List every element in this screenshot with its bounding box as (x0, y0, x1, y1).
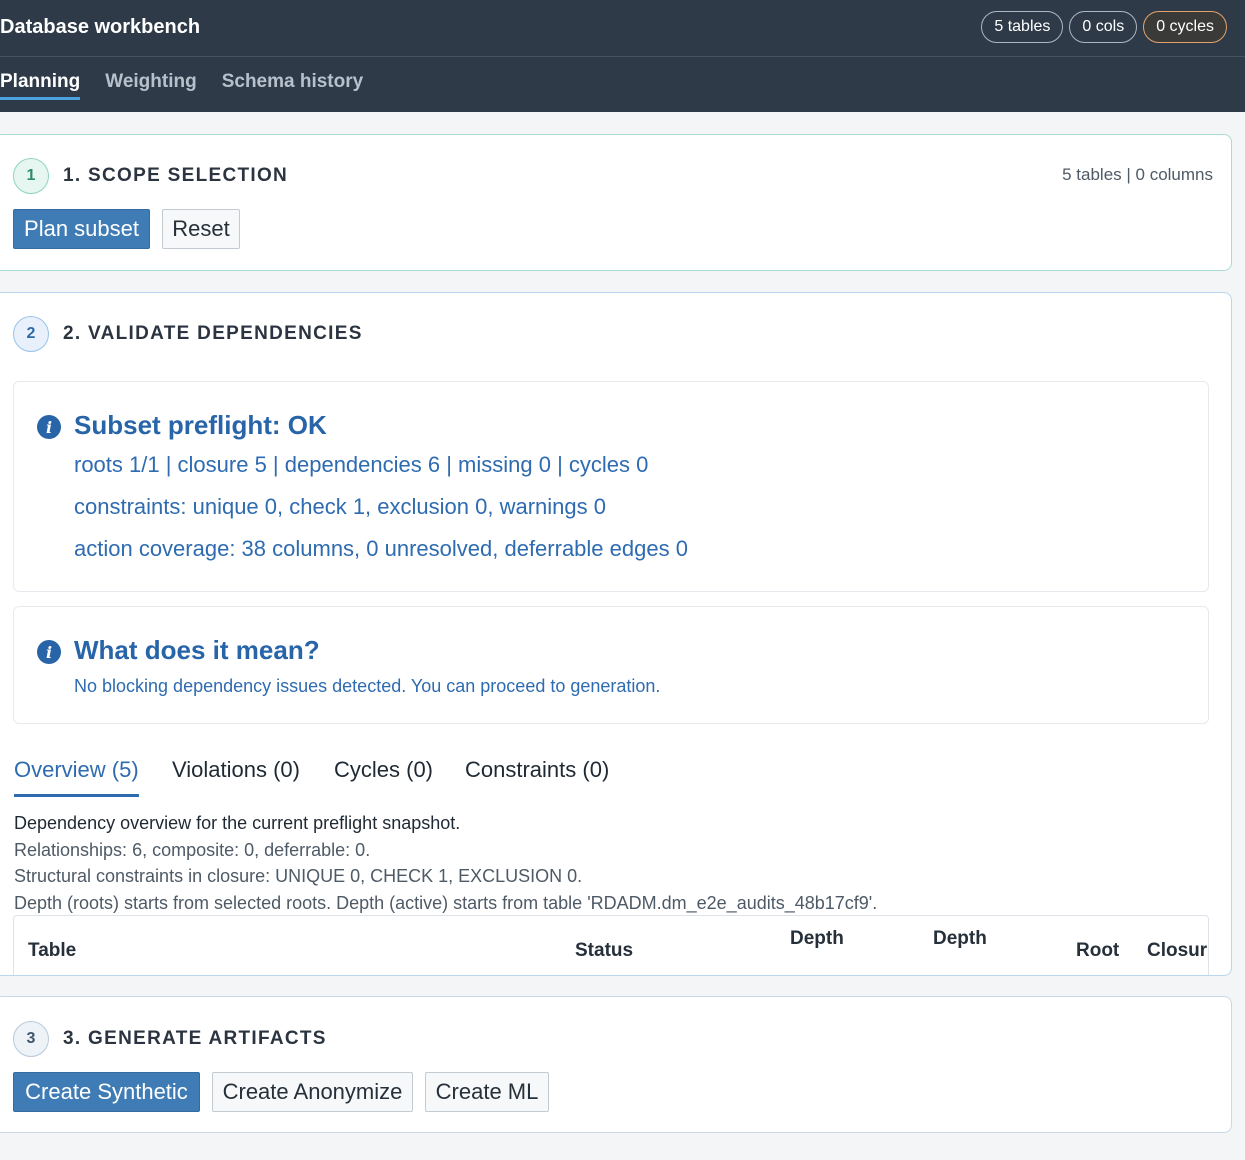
cols-count-pill: 0 cols (1069, 11, 1138, 43)
create-ml-button[interactable]: Create ML (425, 1072, 549, 1112)
tab-overview[interactable]: Overview (5) (14, 757, 139, 797)
generate-artifacts-panel: 3 3. GENERATE ARTIFACTS Create Synthetic… (0, 996, 1232, 1133)
column-header-table[interactable]: Table (28, 940, 76, 962)
preflight-card: i Subset preflight: OK roots 1/1 | closu… (13, 381, 1209, 592)
info-icon: i (37, 415, 61, 439)
summary-pills: 5 tables 0 cols 0 cycles (981, 11, 1227, 43)
step-badge-2: 2 (13, 316, 49, 352)
tab-constraints[interactable]: Constraints (0) (465, 757, 609, 797)
info-icon: i (37, 640, 61, 664)
meaning-title: What does it mean? (74, 635, 320, 665)
column-header-root[interactable]: Root (1076, 940, 1119, 962)
depth-explanation: Depth (roots) starts from selected roots… (14, 893, 878, 913)
preflight-constraints-line: constraints: unique 0, check 1, exclusio… (74, 494, 606, 519)
preflight-coverage-line: action coverage: 38 columns, 0 unresolve… (74, 536, 688, 561)
tab-cycles[interactable]: Cycles (0) (334, 757, 433, 797)
preflight-summary-line: roots 1/1 | closure 5 | dependencies 6 |… (74, 452, 649, 477)
preflight-title: Subset preflight: OK (74, 410, 327, 440)
validate-dependencies-panel: 2 2. VALIDATE DEPENDENCIES i Subset pref… (0, 292, 1232, 976)
structural-constraints-summary: Structural constraints in closure: UNIQU… (14, 866, 583, 886)
dependency-table: Table Status Depth Depth Root Closur (13, 915, 1209, 975)
tab-violations[interactable]: Violations (0) (172, 757, 300, 797)
validate-dependencies-title: 2. VALIDATE DEPENDENCIES (63, 323, 363, 344)
plan-subset-button[interactable]: Plan subset (13, 209, 150, 249)
scope-stats: 5 tables | 0 columns (1062, 165, 1213, 184)
tables-count-pill: 5 tables (981, 11, 1064, 43)
cycles-count-pill: 0 cycles (1143, 11, 1227, 43)
column-header-status[interactable]: Status (575, 940, 633, 962)
tab-schema-history[interactable]: Schema history (222, 57, 364, 112)
app-title: Database workbench (0, 16, 201, 38)
relationships-summary: Relationships: 6, composite: 0, deferrab… (14, 840, 371, 860)
scope-selection-panel: 1 1. SCOPE SELECTION 5 tables | 0 column… (0, 134, 1232, 271)
create-synthetic-button[interactable]: Create Synthetic (13, 1072, 200, 1112)
tab-planning[interactable]: Planning (0, 57, 81, 112)
main-nav: Planning Weighting Schema history (0, 57, 388, 112)
step-badge-3: 3 (13, 1021, 49, 1057)
meaning-text: No blocking dependency issues detected. … (74, 676, 661, 696)
tab-weighting[interactable]: Weighting (105, 57, 196, 112)
generate-artifacts-title: 3. GENERATE ARTIFACTS (63, 1028, 327, 1049)
create-anonymize-button[interactable]: Create Anonymize (212, 1072, 413, 1112)
column-header-depth-active[interactable]: Depth (933, 928, 987, 950)
scope-selection-title: 1. SCOPE SELECTION (63, 165, 289, 186)
step-badge-1: 1 (13, 158, 49, 194)
top-bar: Database workbench 5 tables 0 cols 0 cyc… (0, 0, 1245, 112)
reset-button[interactable]: Reset (162, 209, 240, 249)
column-header-closure[interactable]: Closur (1147, 940, 1207, 962)
overview-description: Dependency overview for the current pref… (14, 813, 461, 833)
meaning-card: i What does it mean? No blocking depende… (13, 606, 1209, 724)
column-header-depth-roots[interactable]: Depth (790, 928, 844, 950)
